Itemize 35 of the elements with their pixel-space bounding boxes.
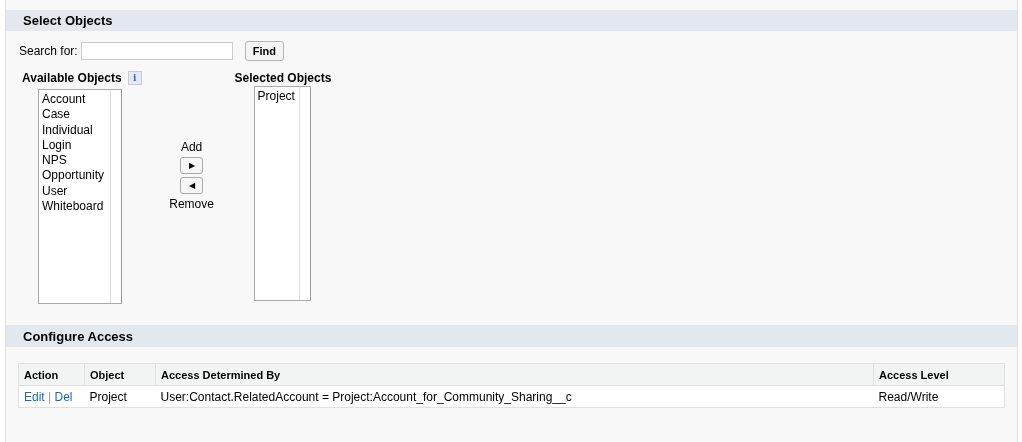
section-title: Select Objects <box>23 13 113 28</box>
section-title: Configure Access <box>23 328 134 344</box>
info-icon[interactable]: i <box>127 71 142 85</box>
column-header: Object <box>84 363 156 386</box>
column-header: Access Level <box>873 363 1005 386</box>
list-item[interactable]: NPS <box>42 153 107 169</box>
search-label: Search for: <box>19 44 78 58</box>
list-item[interactable]: Login <box>42 137 107 154</box>
add-button[interactable]: ▶ <box>180 157 204 174</box>
remove-button[interactable]: ◀ <box>180 177 204 194</box>
search-field[interactable] <box>80 42 233 60</box>
table-cell: Project <box>84 385 156 408</box>
delete-link[interactable]: Del <box>54 389 73 404</box>
selected-list[interactable]: Project <box>253 86 311 301</box>
list-item[interactable]: Project <box>257 89 296 105</box>
add-label: Add <box>180 140 203 154</box>
scrollbar[interactable] <box>298 87 311 300</box>
list-label: Selected Objects <box>234 71 332 85</box>
list-item[interactable]: Case <box>42 107 107 123</box>
column-header: Action <box>18 363 85 386</box>
list-item[interactable]: Account <box>42 92 107 108</box>
table-cell: Read/Write <box>873 385 1005 408</box>
list-item[interactable]: User <box>42 183 107 200</box>
edit-link[interactable]: Edit <box>24 389 45 404</box>
scrollbar[interactable] <box>110 90 122 303</box>
list-item[interactable]: Whiteboard <box>42 199 107 215</box>
column-header: Access Determined By <box>155 363 874 386</box>
table-cell: User:Contact.RelatedAccount = Project:Account_for_Community_Sharing__c <box>155 385 874 408</box>
available-list[interactable]: Account Case Individual Login NPS Opportunity User Whiteboard <box>38 89 122 304</box>
remove-label: Remove <box>169 197 214 211</box>
separator: | <box>48 389 52 404</box>
list-item[interactable]: Individual <box>42 122 107 138</box>
list-item[interactable]: Opportunity <box>42 168 107 184</box>
list-label: Available Objects <box>22 71 122 85</box>
find-button[interactable]: Find <box>244 41 284 61</box>
